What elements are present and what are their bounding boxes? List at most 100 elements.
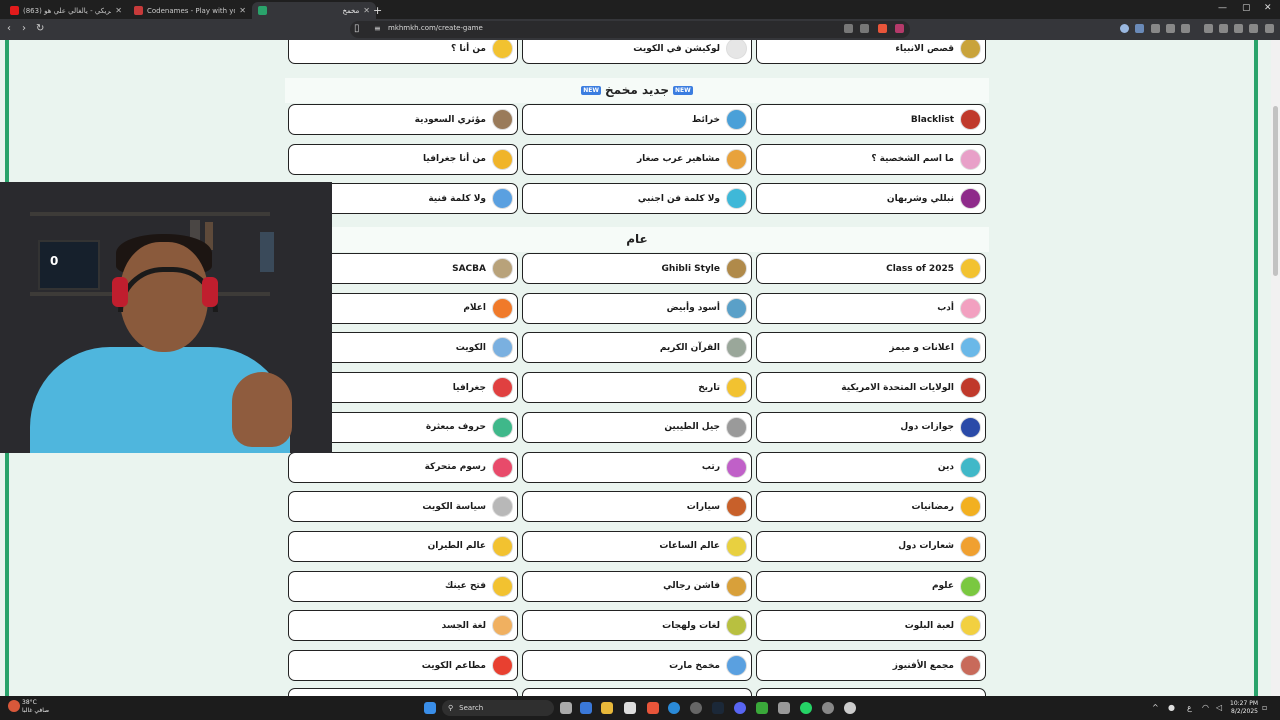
category-card[interactable]: القرآن الكريم [522,332,752,364]
category-card[interactable]: اعلانات و ميمز [756,332,986,364]
extension-icon[interactable] [1181,24,1190,33]
category-card[interactable]: قصص الانبياء [756,40,986,64]
category-card[interactable]: خرائط [522,104,752,135]
settings-icon[interactable] [844,702,856,714]
category-card[interactable]: مجمع الأفنيوز [756,650,986,681]
wifi-icon[interactable]: ◠ [1202,703,1209,712]
forward-icon[interactable]: › [22,23,26,34]
screen-icon[interactable] [844,24,853,33]
category-card[interactable]: لعبة البلوت [756,610,986,642]
tab-codenames[interactable]: Codenames - Play with your Friends ✕ [128,2,252,19]
back-icon[interactable]: ‹ [7,23,11,34]
weather-icon[interactable] [8,700,20,712]
edge-icon[interactable] [668,702,680,714]
volume-icon[interactable]: ◁ [1216,703,1222,712]
category-card[interactable]: Blacklist [756,104,986,135]
category-card[interactable]: لوكيشن في الكويت [522,40,752,64]
bookmark-icon[interactable]: ▯ [354,23,360,34]
category-card[interactable]: سيارات [522,491,752,523]
category-card[interactable]: مخمخ مارت [522,650,752,681]
github-icon[interactable] [690,702,702,714]
tray-chevron-icon[interactable]: ^ [1152,703,1159,712]
reload-icon[interactable]: ↻ [36,23,44,34]
start-icon[interactable] [424,702,436,714]
tab-mkhmkh[interactable]: مخمخ ✕ [252,2,376,19]
category-label: رسوم متحركة [424,462,486,472]
leo-icon[interactable] [1249,24,1258,33]
category-card[interactable] [288,688,518,696]
category-card[interactable]: من أنا ؟ [288,40,518,64]
category-card[interactable]: نبللي وشربهان [756,183,986,215]
category-card[interactable]: Ghibli Style [522,253,752,284]
weather-widget[interactable]: 38°C صافي غالبا [22,699,49,715]
extension-icon[interactable] [1166,24,1175,33]
category-card[interactable]: تاريخ [522,372,752,404]
steam-icon[interactable] [712,702,724,714]
category-card[interactable]: رسوم متحركة [288,451,518,483]
tab-youtube[interactable]: (863) سلطان البريكي - يالغالي علي هو ✕ [4,2,128,19]
vpn-icon[interactable] [1234,24,1243,33]
share-icon[interactable] [860,24,869,33]
store-icon[interactable] [624,702,636,714]
url-text[interactable]: mkhmkh.com/create-game [388,24,483,32]
category-card[interactable]: سياسة الكويت [288,491,518,523]
taskbar-search[interactable]: ⚲ Search [442,700,554,716]
rewards-icon[interactable] [895,24,904,33]
scrollbar-thumb[interactable] [1273,106,1278,276]
maximize-icon[interactable]: ▢ [1242,3,1251,13]
category-card[interactable]: علوم [756,570,986,602]
category-card[interactable] [522,688,752,696]
category-card[interactable] [756,688,986,696]
category-card[interactable]: مطاعم الكويت [288,650,518,681]
brave-shield-icon[interactable] [878,24,887,33]
category-card[interactable]: الولايات المتحدة الامريكية [756,372,986,404]
category-card[interactable]: لغات ولهجات [522,610,752,642]
category-card[interactable]: جوازات دول [756,411,986,443]
discord-icon[interactable] [734,702,746,714]
brave-icon[interactable] [647,702,659,714]
category-card[interactable]: عالم الساعات [522,530,752,562]
menu-icon[interactable] [1265,24,1274,33]
category-card[interactable]: Class of 2025 [756,253,986,284]
extension-icon[interactable] [1120,24,1129,33]
category-card[interactable]: من أنا جغرافيا [288,143,518,175]
sidebar-icon[interactable] [1204,24,1213,33]
file-explorer-icon[interactable] [601,702,613,714]
wallet-icon[interactable] [1219,24,1228,33]
whatsapp-icon[interactable] [800,702,812,714]
category-card[interactable]: فتح عينك [288,570,518,602]
microphone-icon[interactable]: ● [1168,703,1175,712]
notification-icon[interactable]: ▫ [1262,703,1267,712]
category-icon [960,456,981,478]
new-tab-button[interactable]: + [373,4,382,17]
category-card[interactable]: شعارات دول [756,530,986,562]
task-view-icon[interactable] [560,702,572,714]
category-card[interactable]: مؤثري السعودية [288,104,518,135]
category-card[interactable]: ما اسم الشخصية ؟ [756,143,986,175]
category-card[interactable]: مشاهير عرب صغار [522,143,752,175]
close-tab-icon[interactable]: ✕ [239,6,246,15]
app-icon[interactable] [822,702,834,714]
extension-icon[interactable] [1151,24,1160,33]
xbox-icon[interactable] [756,702,768,714]
site-info-icon[interactable]: ≡ [374,24,381,33]
close-window-icon[interactable]: ✕ [1264,3,1272,13]
category-card[interactable]: ولا كلمة فن اجنبي [522,183,752,215]
category-card[interactable]: دين [756,451,986,483]
category-card[interactable]: أسود وأبيض [522,292,752,324]
close-tab-icon[interactable]: ✕ [363,6,370,15]
taskbar-clock[interactable]: 10:27 PM 8/2/2025 [1230,700,1258,716]
category-card[interactable]: أدب [756,292,986,324]
copilot-icon[interactable] [580,702,592,714]
minimize-icon[interactable]: — [1218,3,1227,13]
category-card[interactable]: رتب [522,451,752,483]
extension-icon[interactable] [1135,24,1144,33]
category-card[interactable]: جيل الطيبين [522,411,752,443]
category-card[interactable]: لغة الجسد [288,610,518,642]
app-icon[interactable] [778,702,790,714]
category-card[interactable]: رمضانيات [756,491,986,523]
close-tab-icon[interactable]: ✕ [115,6,122,15]
keyboard-icon[interactable]: ع [1187,703,1192,712]
category-card[interactable]: عالم الطيران [288,530,518,562]
category-card[interactable]: فاشن رجالي [522,570,752,602]
